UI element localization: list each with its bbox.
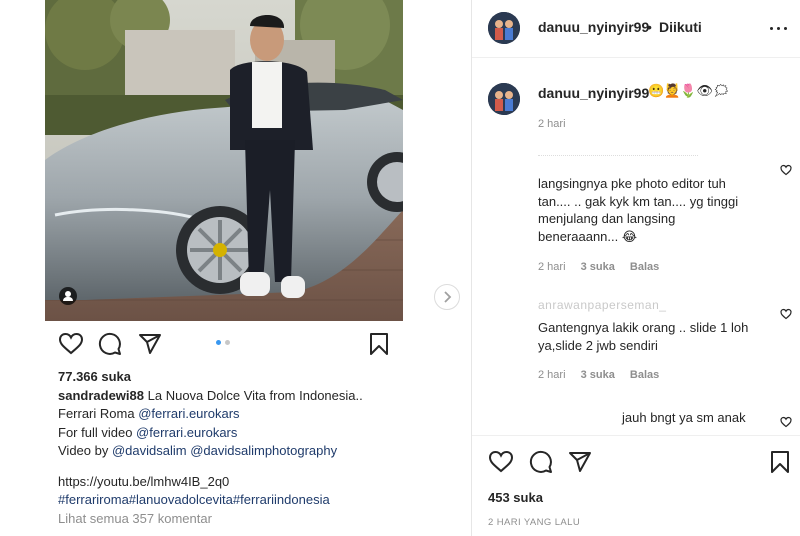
share-icon[interactable] (568, 450, 592, 474)
post-timestamp: 2 HARI YANG LALU (488, 517, 581, 528)
carousel-dot (225, 340, 230, 345)
comment-meta: 2 hari 3 suka Balas (538, 369, 671, 381)
comment-text: langsingnya pke photo editor tuh tan....… (538, 176, 739, 244)
comment-icon[interactable] (529, 450, 553, 474)
chevron-right-icon[interactable] (434, 284, 460, 310)
carousel-indicator (216, 340, 230, 345)
caption-line: For full video (58, 424, 137, 440)
comment-text: Gantengnya lakik orang .. slide 1 loh ya… (538, 320, 749, 353)
header-username[interactable]: danuu_nyinyir99 (538, 19, 649, 35)
view-all-comments-link[interactable]: Lihat semua 357 komentar (58, 510, 438, 529)
mention-link[interactable]: @ferrari.eurokars (138, 406, 239, 421)
post-like-count[interactable]: 453 suka (488, 490, 543, 505)
caption-line: Ferrari Roma (58, 406, 139, 421)
carousel-dot-active (216, 340, 221, 345)
post-like-count[interactable]: 77.366 suka (58, 368, 438, 387)
reply-button[interactable]: Balas (630, 369, 659, 381)
caption-time: 2 hari (538, 118, 566, 130)
share-icon[interactable] (138, 332, 162, 356)
avatar[interactable] (488, 12, 520, 44)
heart-icon[interactable] (488, 450, 514, 474)
bookmark-icon[interactable] (368, 332, 390, 356)
comment-username-faded[interactable]: anrawanpaperseman_ (538, 298, 666, 312)
caption-line: Video by (58, 443, 112, 458)
comment-likes[interactable]: 3 suka (581, 369, 615, 381)
hashtag-links[interactable]: #ferrariroma#lanuovadolcevita#ferrariind… (58, 491, 438, 510)
comment-likes[interactable]: 3 suka (581, 261, 615, 273)
comment-text: jauh bngt ya sm anak (622, 410, 746, 425)
comment-time: 2 hari (538, 261, 566, 273)
more-icon[interactable] (768, 18, 790, 38)
car-photo-illustration (45, 0, 403, 321)
reply-button[interactable]: Balas (630, 261, 659, 273)
header-separator: • (647, 19, 652, 35)
youtube-link[interactable]: https://youtu.be/lmhw4IB_2q0 (58, 473, 438, 492)
caption-emoji: 😬💆🌷👁🗯 (648, 84, 730, 99)
post-screenshot: 77.366 suka sandradewi88 La Nuova Dolce … (0, 0, 472, 536)
avatar[interactable] (488, 83, 520, 115)
follow-status-button[interactable]: Diikuti (659, 19, 702, 35)
comment-time: 2 hari (538, 369, 566, 381)
comment-meta: 2 hari 3 suka Balas (538, 261, 671, 273)
heart-icon[interactable] (780, 164, 792, 176)
comment-username-faded (538, 155, 698, 161)
heart-icon[interactable] (780, 308, 792, 320)
comment-icon[interactable] (98, 332, 122, 356)
caption-line: La Nuova Dolce Vita from Indonesia.. (147, 387, 363, 403)
heart-icon[interactable] (780, 416, 792, 428)
mention-link[interactable]: @davidsalimphotography (190, 443, 337, 458)
post-caption-block: 77.366 suka sandradewi88 La Nuova Dolce … (58, 368, 438, 528)
bookmark-icon[interactable] (769, 450, 791, 474)
comments-panel: danuu_nyinyir99 • Diikuti danuu_nyinyir9… (472, 0, 800, 536)
mention-link[interactable]: @ferrari.eurokars (136, 425, 237, 440)
mention-link[interactable]: @davidsalim (112, 443, 187, 458)
post-photo[interactable] (45, 0, 403, 321)
caption-username[interactable]: sandradewi88 (58, 388, 144, 403)
heart-icon[interactable] (58, 332, 84, 356)
post-header: danuu_nyinyir99 • Diikuti (472, 0, 800, 58)
user-tag-icon[interactable] (59, 287, 77, 305)
caption-username[interactable]: danuu_nyinyir99 (538, 85, 649, 101)
post-action-bar (56, 332, 392, 358)
